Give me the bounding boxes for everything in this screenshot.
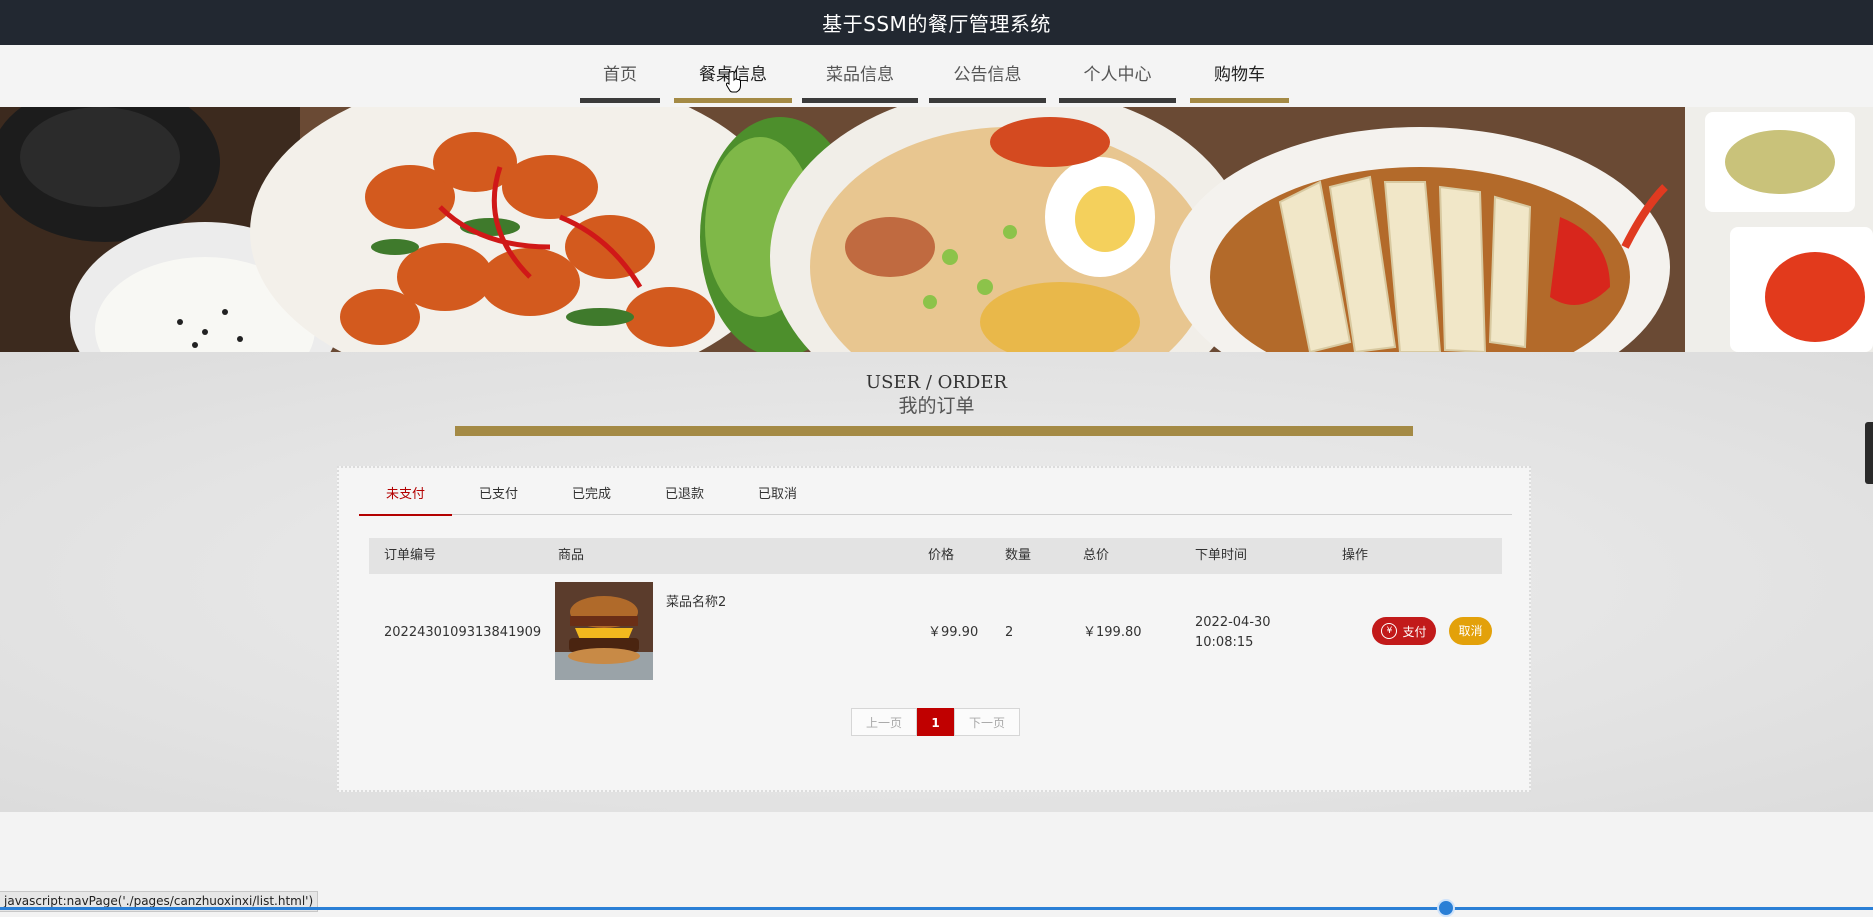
column-quantity: 数量 <box>1005 548 1032 563</box>
section-title: USER / ORDER 我的订单 <box>0 372 1873 418</box>
yen-icon: ¥ <box>1381 623 1398 639</box>
tab-refunded[interactable]: 已退款 <box>638 482 731 514</box>
main-nav: 首页 餐桌信息 菜品信息 公告信息 个人中心 购物车 <box>0 45 1873 107</box>
section-title-en: USER / ORDER <box>865 372 1008 393</box>
tab-unpaid[interactable]: 未支付 <box>359 482 452 516</box>
burger-image <box>555 582 653 680</box>
product-thumbnail[interactable] <box>555 582 653 680</box>
order-number: 2022430109313841909 <box>384 625 542 640</box>
order-status-tabs: 未支付 已支付 已完成 已退款 已取消 <box>359 482 1512 516</box>
table-header: 订单编号 商品 价格 数量 总价 下单时间 操作 <box>369 538 1502 574</box>
pay-button[interactable]: ¥ 支付 <box>1372 617 1436 645</box>
food-banner-image <box>0 107 1873 352</box>
progress-knob <box>1437 899 1455 917</box>
title-divider <box>455 426 1413 436</box>
nav-item-profile[interactable]: 个人中心 <box>1059 61 1176 103</box>
cancel-button[interactable]: 取消 <box>1449 617 1492 645</box>
nav-item-dishes[interactable]: 菜品信息 <box>802 61 918 103</box>
table-row: 2022430109313841909 菜品名称2 ￥99.90 2 ￥199.… <box>369 574 1502 680</box>
nav-item-home[interactable]: 首页 <box>580 61 660 103</box>
next-page-button[interactable]: 下一页 <box>954 708 1020 736</box>
tab-completed[interactable]: 已完成 <box>545 482 638 514</box>
column-product: 商品 <box>558 548 585 563</box>
prev-page-button[interactable]: 上一页 <box>851 708 917 736</box>
side-tab-handle[interactable] <box>1865 422 1873 484</box>
page-1-button[interactable]: 1 <box>917 708 954 736</box>
app-header: 基于SSM的餐厅管理系统 <box>0 0 1873 45</box>
product-quantity: 2 <box>1005 625 1014 640</box>
tab-cancelled[interactable]: 已取消 <box>731 482 824 514</box>
order-time: 10:08:15 <box>1195 635 1254 650</box>
nav-item-notices[interactable]: 公告信息 <box>929 61 1046 103</box>
hand-cursor-icon <box>726 71 741 93</box>
app-title: 基于SSM的餐厅管理系统 <box>822 12 1051 36</box>
tab-paid[interactable]: 已支付 <box>452 482 545 514</box>
nav-item-label: 购物车 <box>1214 65 1265 85</box>
order-date: 2022-04-30 <box>1195 615 1271 630</box>
column-total: 总价 <box>1083 548 1110 563</box>
column-order-time: 下单时间 <box>1195 548 1248 563</box>
nav-item-label: 菜品信息 <box>826 65 894 85</box>
order-panel: 未支付 已支付 已完成 已退款 已取消 订单编号 商品 价格 数量 总价 下单时… <box>337 466 1531 792</box>
product-name[interactable]: 菜品名称2 <box>666 594 726 612</box>
product-price: ￥99.90 <box>928 625 979 640</box>
nav-item-label: 首页 <box>603 65 637 85</box>
nav-item-label: 个人中心 <box>1083 65 1152 85</box>
pagination: 上一页 1 下一页 <box>851 708 1020 736</box>
pay-button-label: 支付 <box>1402 624 1427 639</box>
column-price: 价格 <box>928 548 955 563</box>
nav-item-label: 公告信息 <box>953 65 1022 85</box>
section-title-cn: 我的订单 <box>898 395 975 417</box>
column-actions: 操作 <box>1342 548 1369 563</box>
nav-item-cart[interactable]: 购物车 <box>1190 61 1289 103</box>
food-banner <box>0 107 1873 352</box>
column-order-no: 订单编号 <box>384 548 437 563</box>
order-total: ￥199.80 <box>1083 625 1142 640</box>
